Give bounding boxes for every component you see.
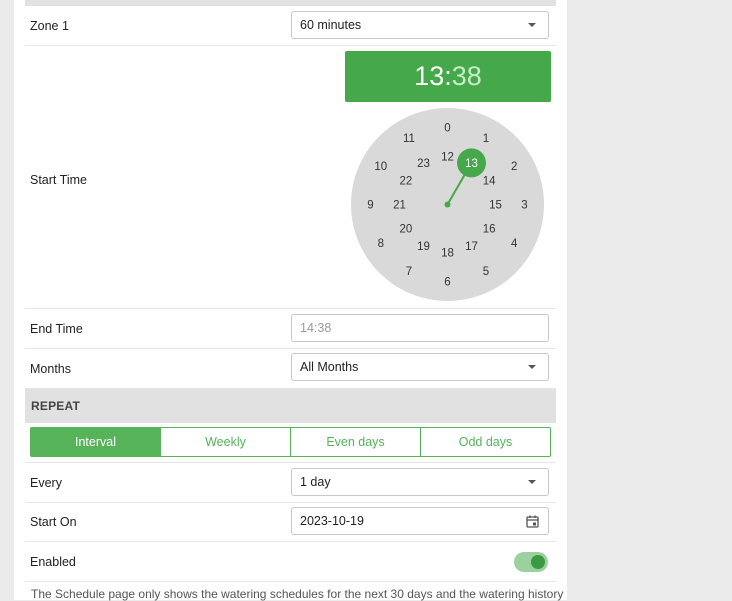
clock-dial[interactable]: 01234567891011121314151617181920212223 [351,108,544,301]
zone-row: Zone 1 60 minutes [25,6,556,46]
dial-hour-5[interactable]: 5 [483,266,489,278]
toggle-knob [531,555,545,569]
dial-hour-19[interactable]: 19 [417,241,430,253]
time-separator: : [444,61,452,91]
dial-hour-23[interactable]: 23 [417,158,430,170]
chevron-down-icon [528,480,536,484]
time-minutes[interactable]: 38 [452,61,482,91]
calendar-icon[interactable] [526,515,539,528]
every-value: 1 day [300,475,331,489]
chevron-down-icon [528,23,536,27]
dial-hour-20[interactable]: 20 [400,224,413,236]
start-time-label: Start Time [30,173,87,187]
zone-label: Zone 1 [30,19,69,33]
repeat-section-header: REPEAT [25,389,556,423]
chevron-down-icon [528,365,536,369]
dial-hour-22[interactable]: 22 [400,176,413,188]
dial-hour-6[interactable]: 6 [444,277,450,289]
zone-duration-select[interactable]: 60 minutes [291,11,549,39]
dial-hour-10[interactable]: 10 [374,161,387,173]
dial-hour-9[interactable]: 9 [367,200,373,212]
dial-hour-21[interactable]: 21 [393,200,406,212]
every-select[interactable]: 1 day [291,468,549,496]
end-time-placeholder: 14:38 [300,321,332,335]
dial-hour-17[interactable]: 17 [465,241,478,253]
footer-note: The Schedule page only shows the waterin… [31,587,564,601]
dial-hour-8[interactable]: 8 [378,238,384,250]
time-display: 13:38 [345,51,551,102]
repeat-tabs: Interval Weekly Even days Odd days [30,427,551,457]
dial-hour-15[interactable]: 15 [489,200,502,212]
months-value: All Months [300,360,359,374]
dial-hour-11[interactable]: 11 [403,133,415,145]
tab-odd-days[interactable]: Odd days [420,427,551,457]
every-label: Every [30,476,62,490]
dial-hour-16[interactable]: 16 [483,224,496,236]
end-time-row: End Time 14:38 [25,308,556,349]
schedule-form-panel: Zone 1 60 minutes Start Time 13:38 01234… [14,0,567,601]
dial-hour-18[interactable]: 18 [441,248,454,260]
dial-hour-7[interactable]: 7 [406,266,412,278]
end-time-label: End Time [30,322,83,336]
dial-hour-1[interactable]: 1 [483,133,489,145]
every-row: Every 1 day [25,462,556,503]
time-hours[interactable]: 13 [414,61,444,91]
tab-even-days[interactable]: Even days [290,427,421,457]
dial-hour-12[interactable]: 12 [441,152,454,164]
clock-center [444,201,451,208]
end-time-input[interactable]: 14:38 [291,314,549,342]
months-select[interactable]: All Months [291,353,549,381]
zone-duration-value: 60 minutes [300,18,362,32]
start-on-input[interactable]: 2023-10-19 [291,507,549,535]
dial-hour-2[interactable]: 2 [511,161,517,173]
dial-hour-0[interactable]: 0 [444,123,450,135]
months-label: Months [30,362,71,376]
enabled-label: Enabled [30,555,76,569]
dial-hour-3[interactable]: 3 [521,200,527,212]
tab-interval[interactable]: Interval [30,427,161,457]
enabled-toggle[interactable] [514,552,548,572]
start-on-label: Start On [30,515,77,529]
start-on-row: Start On 2023-10-19 [25,501,556,542]
dial-hour-14[interactable]: 14 [483,176,496,188]
enabled-row: Enabled [25,541,556,582]
dial-hour-13[interactable]: 13 [465,158,478,170]
tab-weekly[interactable]: Weekly [160,427,291,457]
repeat-heading: REPEAT [31,399,80,413]
start-on-value: 2023-10-19 [300,514,364,528]
months-row: Months All Months [25,348,556,389]
dial-hour-4[interactable]: 4 [511,238,518,250]
